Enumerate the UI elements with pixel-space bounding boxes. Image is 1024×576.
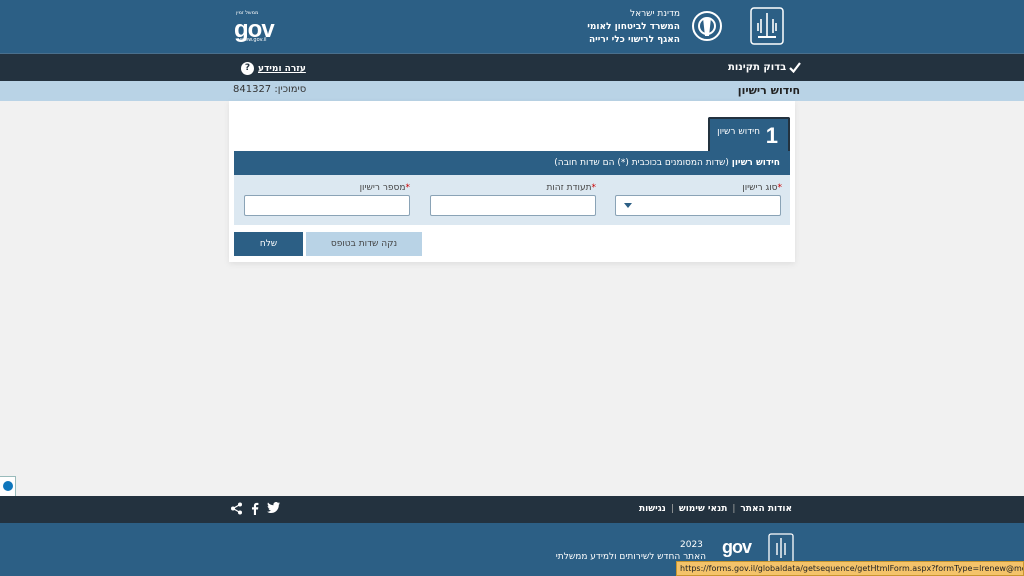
- remote-support-icon: [3, 481, 13, 491]
- status-bar-url: https://forms.gov.il/globaldata/getseque…: [676, 561, 1024, 576]
- required-mark: *: [591, 183, 597, 193]
- fields-area: *סוג רישיון *תעודת זהות *מספר רישיון: [234, 175, 790, 225]
- footer-link-about[interactable]: אודות האתר: [740, 504, 792, 514]
- title-bar: חידוש רישיון סימוכין: 841327: [0, 81, 1024, 101]
- gov-logo[interactable]: ממשל זמין gov www.gov.il: [234, 10, 286, 44]
- page-title: חידוש רישיון: [737, 84, 800, 97]
- footer-year: 2023: [680, 540, 703, 550]
- help-question-icon: ?: [241, 62, 254, 75]
- step-number: 1: [765, 123, 778, 148]
- footer-links: אודות האתר | תנאי שימוש | נגישות: [639, 504, 792, 514]
- help-link[interactable]: עזרה ומידע ?: [241, 62, 306, 75]
- license-number-input[interactable]: [244, 195, 410, 216]
- license-number-label-text: מספר רישיון: [359, 183, 406, 193]
- ministry-line-1: מדינת ישראל: [629, 9, 680, 19]
- required-mark: *: [405, 183, 411, 193]
- help-link-label: עזרה ומידע: [258, 63, 306, 74]
- license-type-label: *סוג רישיון: [742, 183, 782, 193]
- check-accessibility-label: בדוק תקינות: [728, 62, 787, 73]
- footer-link-accessibility[interactable]: נגישות: [639, 504, 666, 514]
- state-emblem-icon: [750, 7, 784, 45]
- footer-gov-logo: gov: [722, 537, 752, 557]
- dropdown-arrow-icon: [624, 203, 632, 208]
- facebook-icon[interactable]: [251, 502, 259, 515]
- share-icon[interactable]: [230, 502, 243, 515]
- social-links: [230, 502, 280, 515]
- step-tab[interactable]: 1 חידוש רשיון: [708, 117, 790, 151]
- nav-strip: בדוק תקינות עזרה ומידע ?: [0, 53, 1024, 81]
- send-button[interactable]: שלח: [234, 232, 303, 256]
- id-number-label-text: תעודת זהות: [546, 183, 592, 193]
- twitter-icon[interactable]: [267, 502, 280, 513]
- section-title: חידוש רשיון: [731, 158, 780, 168]
- gov-logo-url: www.gov.il: [240, 37, 267, 43]
- ministry-line-3: האגף לרישוי כלי ירייה: [588, 35, 680, 45]
- id-number-input[interactable]: [430, 195, 596, 216]
- footer-separator: |: [670, 504, 674, 514]
- reference-number: סימוכין: 841327: [233, 84, 307, 95]
- section-header: חידוש רשיון (שדות המסומנים בכוכבית (*) ה…: [234, 151, 790, 175]
- license-type-label-text: סוג רישיון: [742, 183, 778, 193]
- required-mark: *: [777, 183, 783, 193]
- footer-separator: |: [732, 504, 736, 514]
- check-accessibility-link[interactable]: בדוק תקינות: [728, 62, 802, 73]
- footer-link-terms[interactable]: תנאי שימוש: [679, 504, 727, 514]
- ministry-logo-icon: [692, 11, 722, 41]
- clear-form-button[interactable]: נקה שדות בטופס: [306, 232, 422, 256]
- id-number-label: *תעודת זהות: [546, 183, 596, 193]
- form-card: 1 חידוש רשיון חידוש רשיון (שדות המסומנים…: [229, 101, 795, 262]
- license-type-select[interactable]: [615, 195, 781, 216]
- ministry-name: מדינת ישראל המשרד לביטחון לאומי האגף לרי…: [560, 8, 680, 47]
- checkmark-icon: [789, 62, 802, 73]
- footer-links-bar: אודות האתר | תנאי שימוש | נגישות: [0, 496, 1024, 523]
- ministry-line-2: המשרד לביטחון לאומי: [587, 22, 680, 32]
- site-header: מדינת ישראל המשרד לביטחון לאומי האגף לרי…: [0, 0, 1024, 53]
- step-label: חידוש רשיון: [717, 127, 760, 137]
- section-note: (שדות המסומנים בכוכבית (*) הם שדות חובה): [554, 158, 732, 168]
- license-number-label: *מספר רישיון: [360, 183, 410, 193]
